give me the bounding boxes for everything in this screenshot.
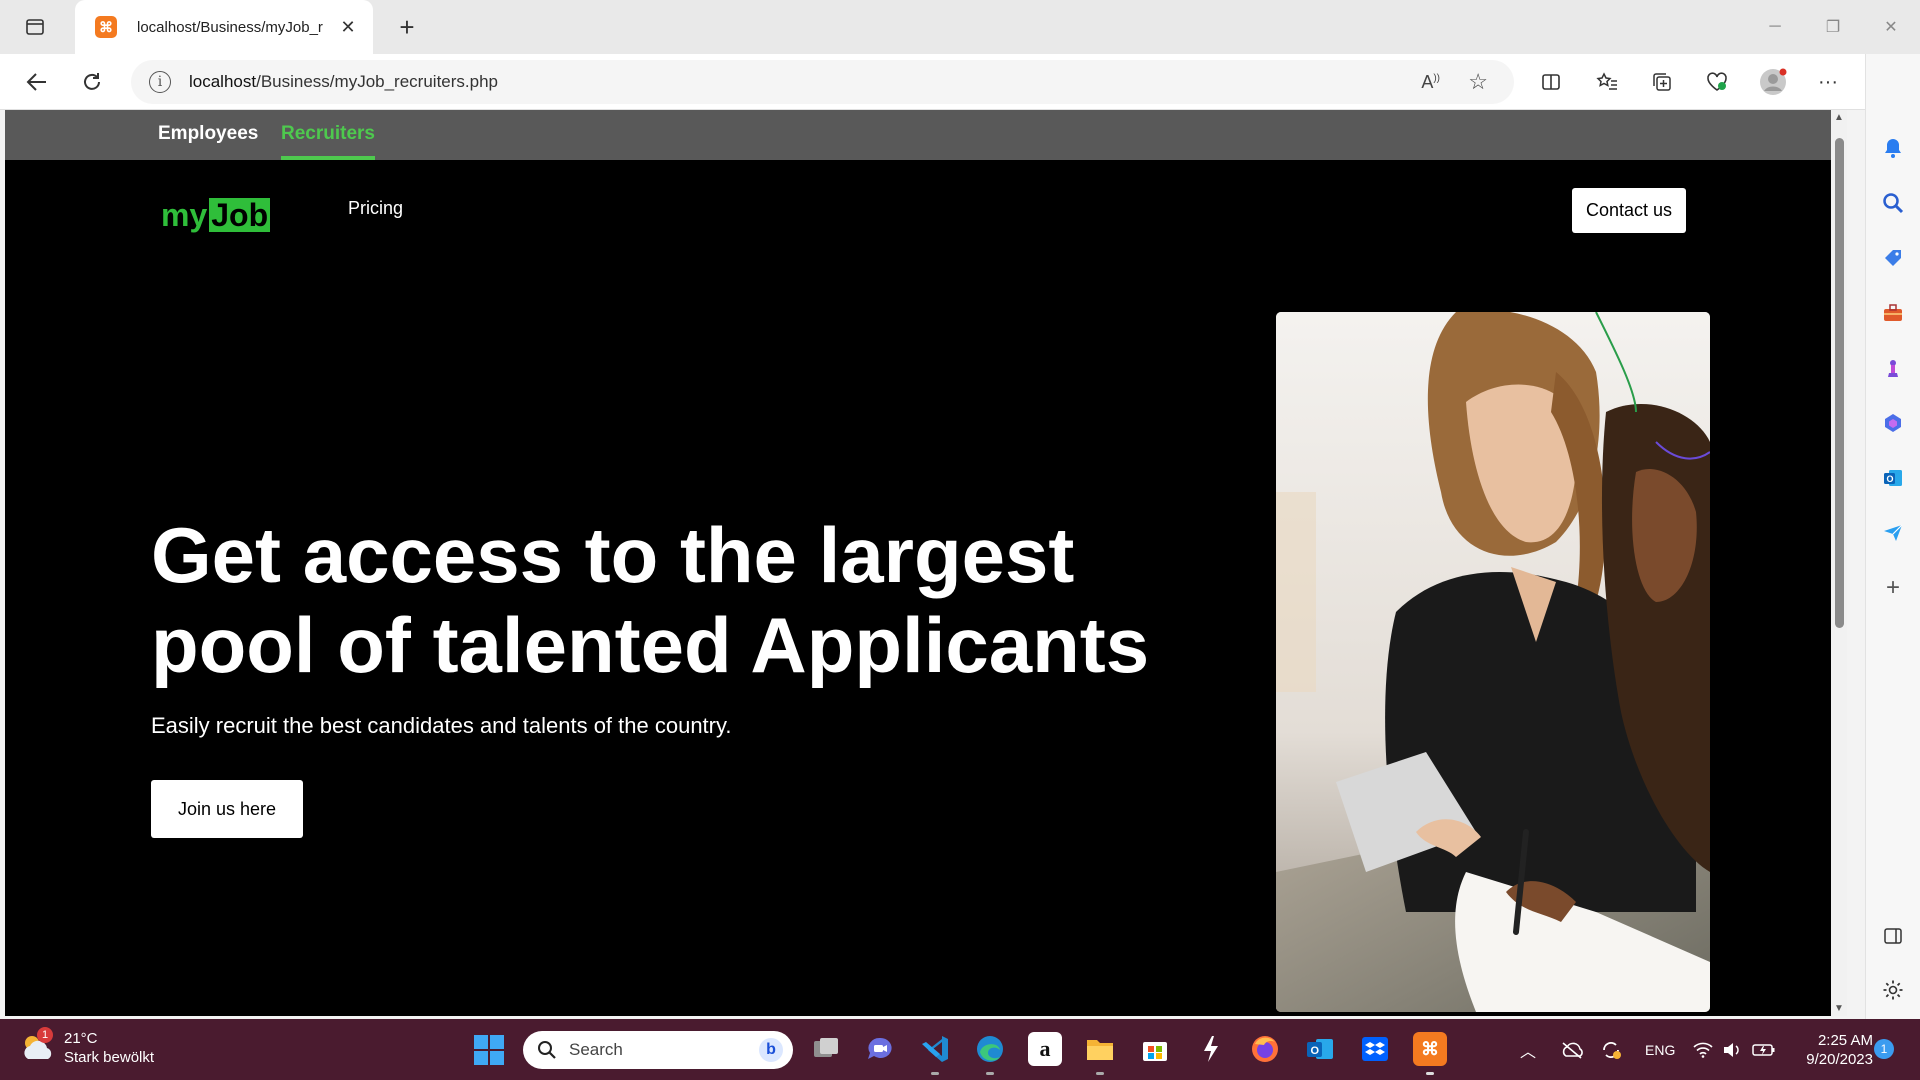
- page-scrollbar[interactable]: ▲ ▼: [1831, 110, 1847, 1016]
- nav-employees-link[interactable]: Employees: [158, 123, 258, 145]
- more-options-icon[interactable]: ···: [1810, 64, 1846, 100]
- search-icon: [538, 1041, 556, 1059]
- outlook-taskbar-icon[interactable]: O: [1303, 1032, 1337, 1066]
- microsoft365-icon[interactable]: [1879, 409, 1907, 437]
- language-indicator[interactable]: ENG: [1645, 1019, 1675, 1080]
- browser-essentials-icon[interactable]: [1699, 64, 1735, 100]
- teams-chat-icon[interactable]: [863, 1032, 897, 1066]
- firefox-icon[interactable]: [1248, 1032, 1282, 1066]
- hide-sidebar-icon[interactable]: [1879, 922, 1907, 950]
- nav-pricing-link[interactable]: Pricing: [348, 198, 403, 219]
- site-info-icon[interactable]: i: [149, 71, 171, 93]
- address-bar[interactable]: i localhost/Business/myJob_recruiters.ph…: [131, 60, 1514, 104]
- notification-badge[interactable]: 1: [1874, 1039, 1894, 1059]
- amazon-icon[interactable]: a: [1028, 1032, 1062, 1066]
- svg-text:O: O: [1887, 474, 1894, 484]
- games-chess-icon[interactable]: [1879, 354, 1907, 382]
- cloudy-weather-icon: 1: [20, 1027, 56, 1063]
- xampp-taskbar-icon[interactable]: ⌘: [1413, 1032, 1447, 1075]
- file-explorer-icon[interactable]: [1083, 1032, 1117, 1075]
- minimize-icon[interactable]: ─: [1746, 0, 1804, 54]
- tools-briefcase-icon[interactable]: [1879, 299, 1907, 327]
- show-hidden-icons-icon[interactable]: ︿: [1520, 1019, 1544, 1080]
- lightning-app-icon[interactable]: [1193, 1032, 1227, 1066]
- tab-title: localhost/Business/myJob_r: [137, 18, 323, 36]
- read-aloud-icon[interactable]: A)): [1421, 72, 1440, 93]
- nav-recruiters-link[interactable]: Recruiters: [281, 123, 375, 145]
- clock-time: 2:25 AM: [1817, 1032, 1873, 1049]
- tab-actions-icon[interactable]: [20, 12, 50, 42]
- settings-gear-icon[interactable]: [1879, 976, 1907, 1004]
- profile-avatar[interactable]: [1755, 64, 1791, 100]
- favorites-icon[interactable]: [1589, 64, 1625, 100]
- new-tab-icon[interactable]: +: [392, 12, 422, 42]
- outlook-icon[interactable]: O: [1879, 464, 1907, 492]
- scroll-up-icon[interactable]: ▲: [1834, 112, 1844, 123]
- join-us-button[interactable]: Join us here: [151, 780, 303, 838]
- hero-photo: [1276, 312, 1710, 1012]
- browser-toolbar: i localhost/Business/myJob_recruiters.ph…: [0, 54, 1920, 110]
- search-icon[interactable]: [1879, 189, 1907, 217]
- task-view-icon[interactable]: [809, 1032, 843, 1066]
- xampp-icon: ⌘: [95, 16, 117, 38]
- scroll-down-icon[interactable]: ▼: [1834, 1003, 1844, 1014]
- volume-icon[interactable]: [1722, 1019, 1742, 1080]
- refresh-icon[interactable]: [74, 64, 110, 100]
- back-icon[interactable]: [19, 64, 55, 100]
- dropbox-icon[interactable]: [1358, 1032, 1392, 1066]
- sync-icon[interactable]: [1600, 1019, 1622, 1080]
- close-tab-icon[interactable]: ✕: [337, 17, 359, 38]
- weather-temperature: 21°C: [64, 1030, 98, 1047]
- window-controls: ─ ❐ ✕: [1746, 0, 1920, 54]
- drop-send-icon[interactable]: [1879, 519, 1907, 547]
- hero-title: Get access to the largest pool of talent…: [151, 511, 1150, 689]
- weather-widget[interactable]: 1 21°C Stark bewölkt: [20, 1027, 155, 1067]
- collections-icon[interactable]: [1644, 64, 1680, 100]
- close-window-icon[interactable]: ✕: [1862, 0, 1920, 54]
- split-screen-icon[interactable]: [1533, 64, 1569, 100]
- wifi-icon[interactable]: [1693, 1019, 1713, 1080]
- windows-start-icon[interactable]: [474, 1035, 504, 1065]
- active-tab-underline: [281, 156, 375, 160]
- bell-icon[interactable]: [1879, 134, 1907, 162]
- maximize-icon[interactable]: ❐: [1804, 0, 1862, 54]
- browser-tab[interactable]: ⌘ localhost/Business/myJob_r ✕: [75, 0, 373, 54]
- myjob-logo[interactable]: my Job: [161, 192, 271, 232]
- url-text[interactable]: localhost/Business/myJob_recruiters.php: [189, 72, 498, 92]
- scrollbar-thumb[interactable]: [1835, 138, 1844, 628]
- weather-alert-badge: 1: [37, 1027, 53, 1043]
- taskbar-search-box[interactable]: Search b: [523, 1031, 793, 1069]
- onedrive-off-icon[interactable]: [1560, 1019, 1584, 1080]
- favorite-star-icon[interactable]: ☆: [1468, 69, 1488, 95]
- search-placeholder: Search: [569, 1040, 623, 1059]
- edge-browser-icon[interactable]: [973, 1032, 1007, 1075]
- shopping-tag-icon[interactable]: [1879, 244, 1907, 272]
- page-viewport: Employees Recruiters my Job Pricing Conta…: [5, 110, 1836, 1016]
- svg-text:O: O: [1311, 1045, 1320, 1057]
- edge-sidebar: O +: [1865, 54, 1920, 1019]
- contact-us-button[interactable]: Contact us: [1572, 188, 1686, 233]
- bing-icon[interactable]: b: [759, 1038, 783, 1062]
- browser-tab-bar: ⌘ localhost/Business/myJob_r ✕ + ─ ❐ ✕: [0, 0, 1920, 54]
- microsoft-store-icon[interactable]: [1138, 1032, 1172, 1066]
- vscode-icon[interactable]: [918, 1032, 952, 1075]
- add-sidebar-app-icon[interactable]: +: [1879, 574, 1907, 602]
- taskbar-clock[interactable]: 2:25 AM 9/20/2023: [1790, 1031, 1873, 1069]
- windows-taskbar: 1 21°C Stark bewölkt Search b a O ⌘ ︿ EN…: [0, 1019, 1920, 1080]
- audience-switch-bar: Employees Recruiters: [5, 110, 1836, 160]
- hero-subtitle: Easily recruit the best candidates and t…: [151, 713, 732, 738]
- clock-date: 9/20/2023: [1806, 1051, 1873, 1068]
- battery-icon[interactable]: [1752, 1019, 1776, 1080]
- weather-description: Stark bewölkt: [64, 1049, 155, 1066]
